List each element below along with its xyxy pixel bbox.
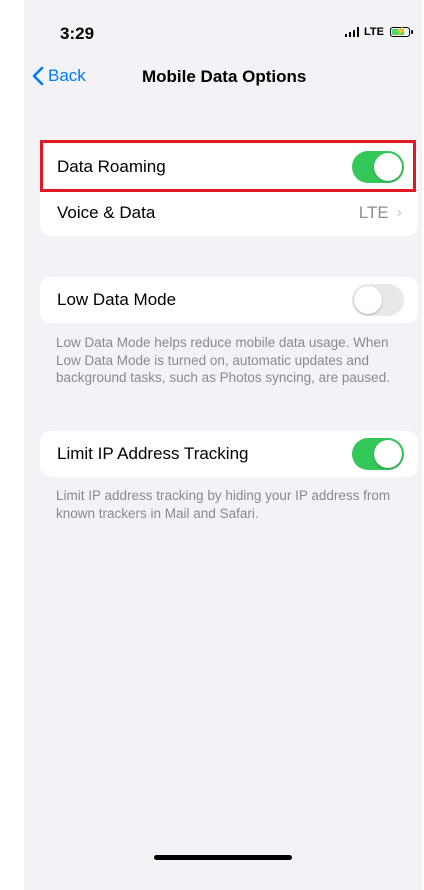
voice-data-value: LTE xyxy=(358,203,389,222)
low-data-mode-toggle[interactable] xyxy=(352,284,404,316)
status-time: 3:29 xyxy=(60,24,95,43)
back-button[interactable]: Back xyxy=(32,66,86,86)
back-label: Back xyxy=(48,66,86,85)
signal-icon xyxy=(344,27,360,37)
chevron-left-icon xyxy=(32,66,44,86)
limit-ip-footnote: Limit IP address tracking by hiding your… xyxy=(56,488,391,521)
home-indicator[interactable] xyxy=(154,855,292,860)
limit-ip-label: Limit IP Address Tracking xyxy=(57,444,249,463)
voice-data-row[interactable]: Voice & Data LTE › xyxy=(40,190,418,236)
low-data-group: Low Data Mode xyxy=(40,277,418,323)
data-roaming-label: Data Roaming xyxy=(57,157,166,176)
data-roaming-row: Data Roaming xyxy=(40,144,418,190)
status-indicators: LTE ⚡ xyxy=(344,26,413,38)
voice-data-label: Voice & Data xyxy=(57,203,156,222)
limit-ip-row: Limit IP Address Tracking xyxy=(40,431,418,477)
data-roaming-toggle[interactable] xyxy=(352,151,404,183)
page-title: Mobile Data Options xyxy=(142,67,307,86)
network-type: LTE xyxy=(364,26,384,38)
battery-charging-icon: ⚡ xyxy=(390,26,413,37)
ip-tracking-group: Limit IP Address Tracking xyxy=(40,431,418,477)
low-data-mode-footnote: Low Data Mode helps reduce mobile data u… xyxy=(56,335,390,385)
phone-screen: 3:29 LTE ⚡ Back Mobile Data Options Data… xyxy=(24,0,422,890)
chevron-right-icon: › xyxy=(396,204,402,221)
low-data-mode-row: Low Data Mode xyxy=(40,277,418,323)
low-data-mode-label: Low Data Mode xyxy=(57,290,177,309)
roaming-group: Data Roaming Voice & Data LTE › xyxy=(40,144,418,236)
limit-ip-toggle[interactable] xyxy=(352,438,404,470)
